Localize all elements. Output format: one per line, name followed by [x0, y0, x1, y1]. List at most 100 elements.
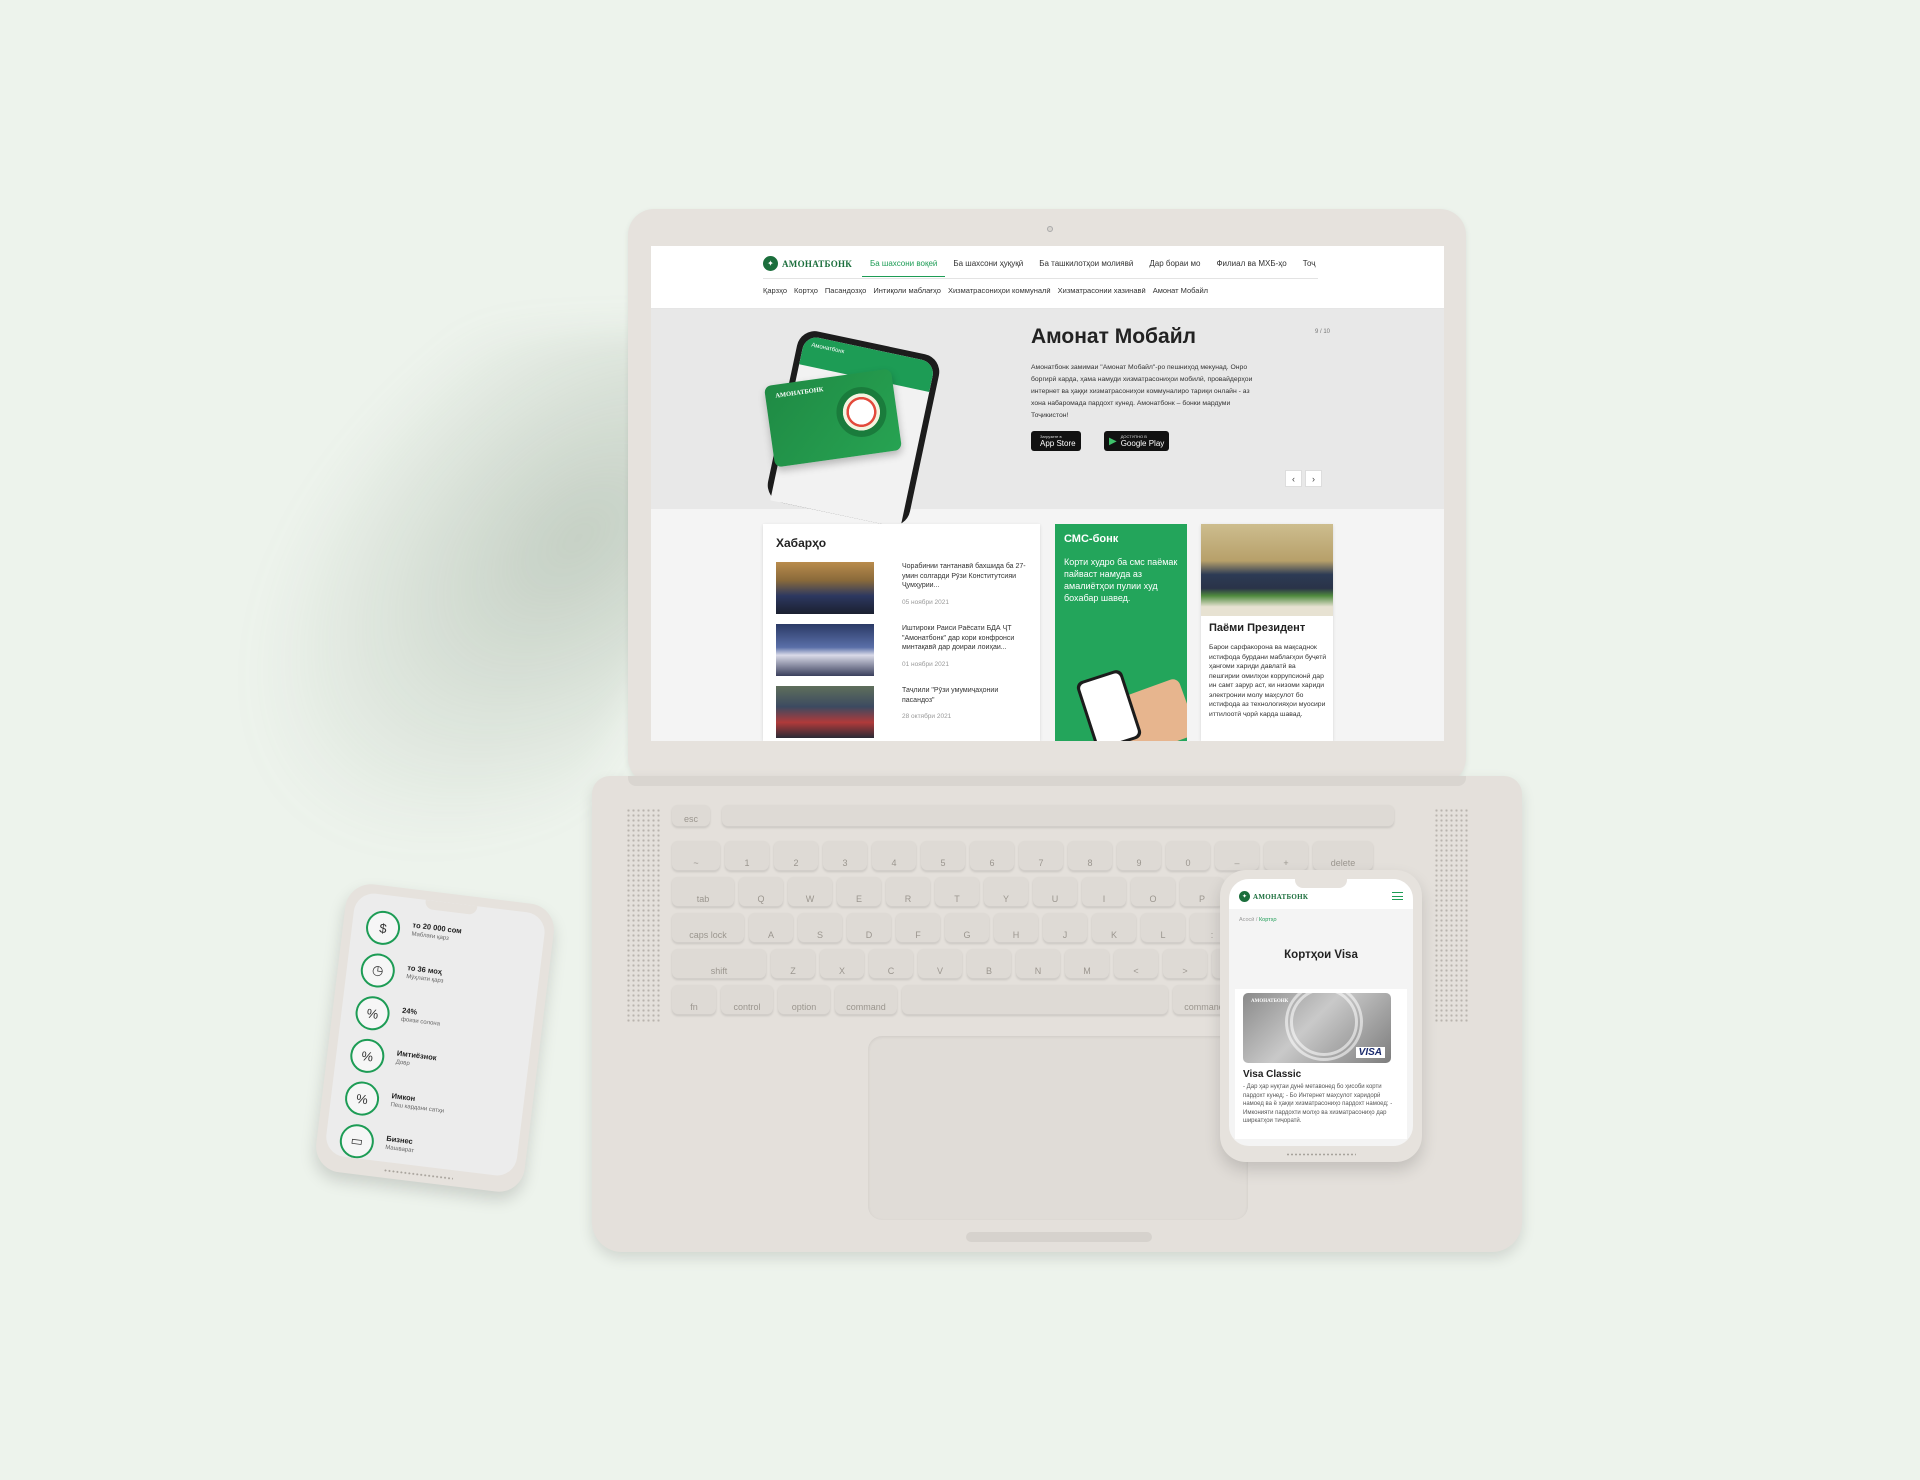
subnav-item-1[interactable]: Кортҳо — [794, 286, 818, 295]
trackpad[interactable] — [868, 1036, 1248, 1220]
briefcase-icon: ▭ — [337, 1122, 376, 1161]
key[interactable]: K — [1092, 913, 1136, 943]
key[interactable]: R — [886, 877, 930, 907]
key[interactable]: – — [1215, 841, 1259, 871]
key[interactable]: 3 — [823, 841, 867, 871]
key[interactable]: delete — [1313, 841, 1373, 871]
subnav-item-5[interactable]: Хизматрасонии хазинавӣ — [1058, 286, 1146, 295]
key[interactable]: O — [1131, 877, 1175, 907]
breadcrumb-separator: / — [1255, 917, 1258, 923]
key[interactable]: X — [820, 949, 864, 979]
breadcrumb: Асосӣ / Кортҳо — [1239, 917, 1277, 923]
news-item[interactable]: Таҷлили "Рӯзи умумиҷаҳонии пасандоз" 28 … — [776, 686, 1031, 738]
nav-item-0[interactable]: Ба шахсони воқеӣ — [862, 256, 946, 277]
key[interactable]: I — [1082, 877, 1126, 907]
news-item[interactable]: Чорабинии тантанавӣ бахшида ба 27-умин с… — [776, 562, 1031, 614]
news-headline: Таҷлили "Рӯзи умумиҷаҳонии пасандоз" — [902, 687, 999, 704]
hero-title: Амонат Мобайл — [1031, 325, 1196, 348]
key[interactable]: B — [967, 949, 1011, 979]
key[interactable]: S — [798, 913, 842, 943]
key[interactable]: P — [1180, 877, 1224, 907]
nav-item-1[interactable]: Ба шахсони ҳуқуқӣ — [945, 256, 1031, 277]
feature-label: Довр — [395, 1059, 410, 1068]
subnav-item-6[interactable]: Амонат Мобайл — [1153, 286, 1208, 295]
key[interactable]: Q — [739, 877, 783, 907]
app-store-button[interactable]: Загрузите в App Store — [1031, 431, 1081, 451]
key[interactable]: command — [835, 985, 897, 1015]
key[interactable]: tab — [672, 877, 734, 907]
key[interactable]: L — [1141, 913, 1185, 943]
key[interactable]: D — [847, 913, 891, 943]
subnav-item-0[interactable]: Қарзҳо — [763, 286, 787, 295]
key[interactable]: 8 — [1068, 841, 1112, 871]
key[interactable]: V — [918, 949, 962, 979]
feature-value: Бизнес — [385, 1133, 414, 1147]
key[interactable]: Z — [771, 949, 815, 979]
key[interactable]: control — [721, 985, 773, 1015]
key[interactable]: < — [1114, 949, 1158, 979]
key[interactable]: 9 — [1117, 841, 1161, 871]
key[interactable]: ~ — [672, 841, 720, 871]
breadcrumb-home[interactable]: Асосӣ — [1239, 917, 1254, 923]
key[interactable]: Y — [984, 877, 1028, 907]
key[interactable]: 1 — [725, 841, 769, 871]
logo-text: АМОНАТБОНК — [782, 258, 853, 269]
visa-card-bank: АМОНАТБОНК — [1251, 999, 1289, 1004]
key[interactable]: 0 — [1166, 841, 1210, 871]
subnav-item-3[interactable]: Интиқоли маблағҳо — [873, 286, 941, 295]
nav-item-2[interactable]: Ба ташкилотҳои молиявӣ — [1031, 256, 1141, 277]
bank-logo-icon: ✦ — [1239, 891, 1250, 902]
sms-title: СМС-бонк — [1064, 533, 1119, 545]
nav-item-5[interactable]: Тоҷ — [1295, 256, 1324, 277]
nav-item-4[interactable]: Филиал ва МХБ-ҳо — [1208, 256, 1294, 277]
key[interactable]: fn — [672, 985, 716, 1015]
key[interactable]: F — [896, 913, 940, 943]
key[interactable]: 7 — [1019, 841, 1063, 871]
prev-slide-button[interactable]: ‹ — [1285, 470, 1302, 487]
key[interactable]: M — [1065, 949, 1109, 979]
key[interactable]: caps lock — [672, 913, 744, 943]
logo[interactable]: ✦ АМОНАТБОНК — [763, 256, 852, 271]
mobile-logo[interactable]: ✦ АМОНАТБОНК — [1239, 891, 1308, 902]
key[interactable]: 6 — [970, 841, 1014, 871]
phone-right-screen: ✦ АМОНАТБОНК Асосӣ / Кортҳо Кортҳои Visa… — [1229, 879, 1413, 1146]
ornament-icon — [1285, 993, 1363, 1061]
visa-card-item[interactable]: АМОНАТБОНК VISA Visa Classic - Дар ҳар н… — [1235, 989, 1407, 1139]
key[interactable]: U — [1033, 877, 1077, 907]
dollar-icon: $ — [364, 908, 402, 947]
nav-item-3[interactable]: Дар бораи мо — [1141, 256, 1208, 277]
key[interactable] — [902, 985, 1168, 1015]
key[interactable]: A — [749, 913, 793, 943]
news-thumbnail — [776, 686, 874, 738]
key[interactable]: H — [994, 913, 1038, 943]
sms-bank-card[interactable]: СМС-бонк Корти худро ба смс паёмак пайва… — [1055, 524, 1187, 741]
primary-nav: Ба шахсони воқеӣ Ба шахсони ҳуқуқӣ Ба ташк… — [862, 256, 1324, 277]
touch-bar[interactable] — [722, 805, 1394, 827]
news-item[interactable]: Иштироки Раиси Раёсати БДА ҶТ "Амонатбон… — [776, 624, 1031, 676]
key[interactable]: option — [778, 985, 830, 1015]
feature-label: Машварат — [384, 1144, 415, 1155]
key[interactable]: 5 — [921, 841, 965, 871]
next-slide-button[interactable]: › — [1305, 470, 1322, 487]
key[interactable]: > — [1163, 949, 1207, 979]
key[interactable]: G — [945, 913, 989, 943]
key[interactable]: J — [1043, 913, 1087, 943]
president-card[interactable]: Паёми Президент Барои сарфакорона ва мақ… — [1201, 524, 1333, 741]
key[interactable]: esc — [672, 805, 710, 827]
key[interactable]: T — [935, 877, 979, 907]
news-headline: Чорабинии тантанавӣ бахшида ба 27-умин с… — [902, 563, 1026, 589]
nav-divider — [763, 278, 1318, 279]
google-play-button[interactable]: ▶ ДОСТУПНО В Google Play — [1104, 431, 1170, 451]
key[interactable]: 2 — [774, 841, 818, 871]
key[interactable]: E — [837, 877, 881, 907]
key[interactable]: W — [788, 877, 832, 907]
key[interactable]: N — [1016, 949, 1060, 979]
subnav-item-4[interactable]: Хизматрасониҳои коммуналӣ — [948, 286, 1051, 295]
subnav-item-2[interactable]: Пасандозҳо — [825, 286, 866, 295]
site-header: ✦ АМОНАТБОНК Ба шахсони воқеӣ Ба шахсони … — [651, 246, 1444, 309]
key[interactable]: + — [1264, 841, 1308, 871]
key[interactable]: 4 — [872, 841, 916, 871]
key[interactable]: C — [869, 949, 913, 979]
hamburger-menu-icon[interactable] — [1392, 892, 1403, 900]
key[interactable]: shift — [672, 949, 766, 979]
